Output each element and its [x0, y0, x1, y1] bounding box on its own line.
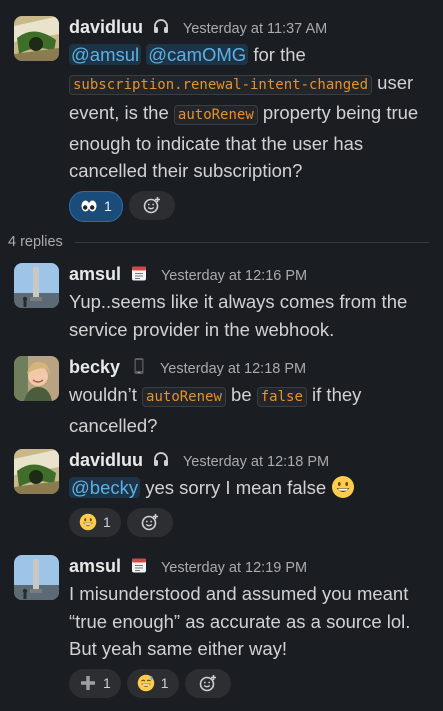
inline-code: autoRenew [142, 387, 226, 407]
message-text: wouldn’t autoRenew be false if they canc… [69, 381, 433, 439]
author-name[interactable]: davidluu [69, 17, 143, 37]
message-text: @amsul @camOMG for the subscription.rene… [69, 41, 433, 185]
inline-code: subscription.renewal-intent-changed [69, 74, 373, 95]
headphones-icon [152, 450, 170, 468]
user-mention[interactable]: @becky [69, 477, 141, 498]
reaction-pill[interactable]: 1 [69, 190, 123, 222]
message-text: Yup..seems like it always comes from the… [69, 291, 408, 340]
avatar[interactable] [14, 263, 59, 308]
grinning-face-emoji-icon [79, 513, 97, 531]
reaction-pill[interactable]: 1 [69, 507, 121, 537]
avatar[interactable] [14, 449, 59, 494]
text-fragment: be [231, 384, 252, 405]
add-reaction-button[interactable] [184, 668, 231, 698]
mobile-phone-icon [130, 357, 148, 375]
timestamp[interactable]: Yesterday at 12:19 PM [161, 560, 307, 576]
user-mention[interactable]: @camOMG [146, 44, 249, 65]
avatar[interactable] [14, 555, 59, 600]
eyes-emoji-icon [80, 197, 98, 215]
message-text: I misunderstood and assumed you meant “t… [69, 583, 411, 659]
text-fragment: for the [253, 44, 306, 65]
author-name[interactable]: davidluu [69, 450, 143, 470]
add-emoji-icon [143, 196, 161, 214]
add-emoji-icon [141, 513, 159, 531]
author-name[interactable]: amsul [69, 264, 121, 284]
user-mention[interactable]: @amsul [69, 44, 142, 65]
reaction-pill[interactable]: 1 [126, 668, 179, 698]
reaction-count: 1 [103, 514, 111, 530]
reaction-bar: 1 [69, 507, 433, 537]
author-name[interactable]: becky [69, 357, 120, 377]
grinning-face-emoji-icon [331, 475, 355, 499]
message-text: @becky yes sorry I mean false [69, 474, 433, 502]
replies-count: 4 replies [8, 234, 63, 250]
avatar[interactable] [14, 16, 59, 61]
reaction-pill[interactable]: 1 [69, 668, 121, 698]
text-fragment: yes sorry I mean false [145, 477, 327, 498]
timestamp[interactable]: Yesterday at 11:37 AM [183, 21, 327, 37]
calendar-icon [130, 264, 148, 282]
divider-line [74, 241, 429, 243]
reaction-bar: 1 [69, 190, 433, 222]
add-emoji-icon [199, 674, 217, 692]
sweat-smile-emoji-icon [137, 674, 155, 692]
heavy-plus-emoji-icon [79, 674, 97, 692]
reaction-bar: 1 1 [69, 668, 433, 698]
calendar-icon [130, 556, 148, 574]
timestamp[interactable]: Yesterday at 12:16 PM [161, 268, 307, 284]
add-reaction-button[interactable] [126, 507, 173, 537]
replies-divider: 4 replies [8, 234, 429, 250]
timestamp[interactable]: Yesterday at 12:18 PM [183, 454, 329, 470]
inline-code: false [256, 387, 307, 407]
inline-code: autoRenew [173, 105, 258, 125]
text-fragment: wouldn’t [69, 384, 137, 405]
reaction-count: 1 [160, 675, 169, 691]
add-reaction-button[interactable] [128, 190, 175, 220]
avatar[interactable] [14, 356, 59, 401]
headphones-icon [152, 17, 170, 35]
timestamp[interactable]: Yesterday at 12:18 PM [160, 361, 306, 377]
message-thread: davidluu Yesterday at 11:37 AM @amsul @c… [0, 0, 443, 711]
reaction-count: 1 [103, 675, 111, 691]
reaction-count: 1 [104, 198, 112, 214]
author-name[interactable]: amsul [69, 556, 121, 576]
